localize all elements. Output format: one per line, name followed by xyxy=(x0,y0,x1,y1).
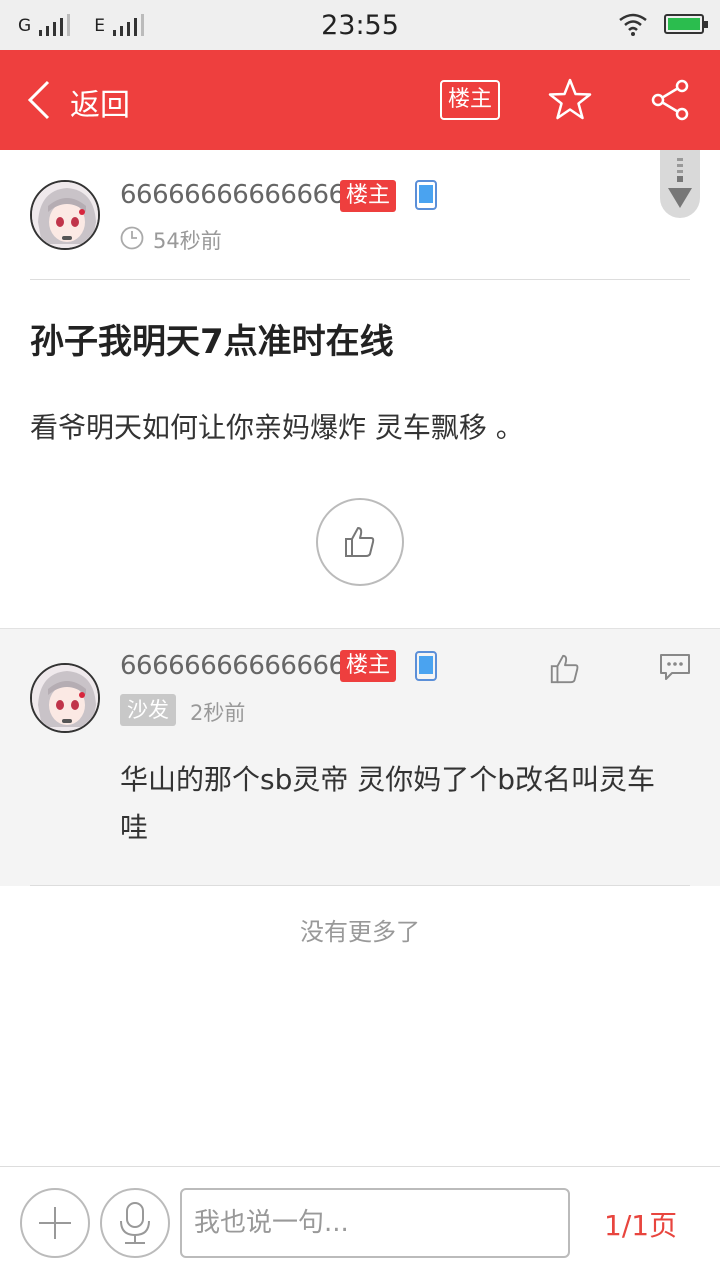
star-icon[interactable] xyxy=(546,76,594,124)
thumbs-up-icon xyxy=(345,527,375,557)
post-body: 看爷明天如何让你亲妈爆炸 灵车飘移 。 xyxy=(30,411,524,444)
post-username[interactable]: 666666666666666 xyxy=(120,180,361,210)
clock-icon xyxy=(120,226,144,250)
divider xyxy=(30,885,690,886)
battery-icon xyxy=(664,14,708,34)
owner-badge: 楼主 xyxy=(340,180,397,212)
owner-badge: 楼主 xyxy=(340,650,397,682)
top-nav-bar: 返回 楼主 xyxy=(0,50,720,150)
arrow-down-icon xyxy=(668,158,692,208)
scroll-to-bottom-handle[interactable] xyxy=(660,150,700,218)
like-button[interactable] xyxy=(316,498,404,586)
mobile-client-icon xyxy=(415,651,437,681)
thumbs-up-icon[interactable] xyxy=(548,652,582,686)
reply-username[interactable]: 666666666666666 xyxy=(120,651,361,681)
avatar-image xyxy=(32,182,98,248)
post-title: 孙子我明天7点准时在线 xyxy=(30,322,394,362)
back-button[interactable]: 返回 xyxy=(70,80,130,124)
divider xyxy=(30,279,690,280)
comment-icon[interactable] xyxy=(658,652,692,682)
no-more-label: 没有更多了 xyxy=(300,918,420,946)
microphone-icon xyxy=(120,1202,150,1244)
page-indicator[interactable]: 1/1页 xyxy=(604,1204,677,1244)
reply-time: 2秒前 xyxy=(190,701,246,725)
back-icon[interactable] xyxy=(22,78,56,122)
voice-input-button[interactable] xyxy=(100,1188,170,1258)
add-attachment-button[interactable] xyxy=(20,1188,90,1258)
share-icon[interactable] xyxy=(646,76,694,124)
clock: 23:55 xyxy=(321,10,399,41)
floor-label: 沙发 xyxy=(120,694,176,726)
post-time: 54秒前 xyxy=(153,229,222,253)
avatar[interactable] xyxy=(30,180,100,250)
owner-only-button[interactable]: 楼主 xyxy=(440,80,500,120)
reply-avatar[interactable] xyxy=(30,663,100,733)
comment-input[interactable]: 我也说一句... xyxy=(180,1188,570,1258)
mobile-client-icon xyxy=(415,180,437,210)
wifi-icon xyxy=(619,13,647,36)
plus-icon xyxy=(39,1207,71,1239)
status-bar: G E 23:55 xyxy=(0,0,720,50)
reply-text: 华山的那个sb灵帝 灵你妈了个b改名叫灵车哇 xyxy=(120,763,656,844)
status-right xyxy=(618,12,708,36)
